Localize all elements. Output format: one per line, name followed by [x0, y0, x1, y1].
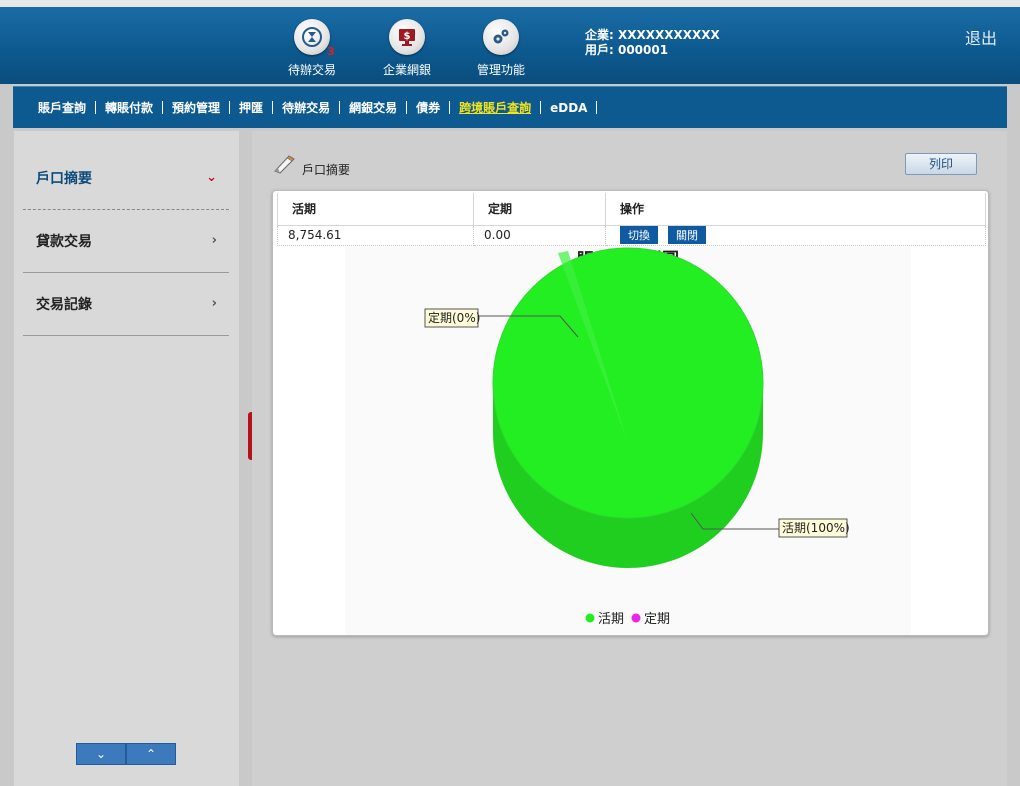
user-info: 企業: XXXXXXXXXXX 用戶: 000001	[585, 28, 720, 58]
header: 3 待辦交易 $ 企業網銀 管理功能 企業: XXXXXXXXXXX 用戶: 0…	[0, 7, 1020, 84]
table-header: 定期	[473, 193, 606, 226]
chevron-right-icon: ›	[211, 233, 217, 248]
nav-item[interactable]: 預約管理	[163, 99, 229, 116]
switch-button[interactable]: 切換	[620, 226, 658, 244]
sidebar-scroll-controls: ⌄ ⌃	[76, 743, 176, 765]
sidebar: 戶口摘要 ⌄ 貸款交易 › 交易記錄 › ⌄ ⌃	[14, 131, 239, 786]
page-title: 戶口摘要	[302, 163, 351, 177]
pending-count-badge: 3	[327, 45, 335, 58]
sidebar-item-label: 交易記錄	[36, 296, 92, 313]
current-balance: 8,754.61	[277, 224, 474, 246]
quick-button-label: 待辦交易	[287, 63, 336, 77]
slice-label: 活期(100%)	[782, 521, 850, 535]
top-strip	[0, 0, 1020, 7]
slice-label: 定期(0%)	[428, 310, 480, 325]
quick-button-label: 企業網銀	[382, 63, 431, 77]
monitor-dollar-icon: $	[389, 19, 425, 55]
nav-item[interactable]: 賬戶查詢	[29, 99, 95, 116]
user-id: 用戶: 000001	[585, 43, 669, 57]
legend-marker	[585, 613, 595, 623]
chevron-right-icon: ›	[211, 296, 217, 311]
nav-item[interactable]: 押匯	[230, 99, 272, 116]
close-button[interactable]: 關閉	[668, 226, 706, 244]
main-content: 戶口摘要 列印 活期 定期 操作 8,754.61 0.00 切換 關閉 定期(…	[252, 131, 1007, 786]
account-table: 活期 定期 操作 8,754.61 0.00 切換 關閉	[277, 193, 986, 246]
pencil-icon	[272, 153, 298, 178]
legend-label[interactable]: 定期	[644, 612, 670, 627]
table-header: 活期	[277, 193, 474, 226]
corporate-banking-button[interactable]: $ 企業網銀	[367, 19, 447, 78]
nav-separator	[596, 101, 598, 114]
legend-marker	[631, 613, 641, 623]
actions-cell: 切換 關閉	[605, 224, 986, 246]
svg-text:$: $	[404, 31, 411, 42]
table-row: 8,754.61 0.00 切換 關閉	[277, 224, 986, 246]
page-header: 戶口摘要	[272, 153, 350, 178]
sidebar-item-transaction-records[interactable]: 交易記錄 ›	[23, 272, 229, 336]
nav-item[interactable]: 跨境賬戶查詢	[450, 99, 540, 116]
print-button[interactable]: 列印	[905, 153, 977, 175]
fixed-balance: 0.00	[473, 224, 606, 246]
scroll-down-button[interactable]: ⌄	[76, 743, 126, 765]
sidebar-item-loans[interactable]: 貸款交易 ›	[23, 209, 229, 273]
sidebar-item-label: 貸款交易	[36, 233, 92, 250]
pending-transactions-button[interactable]: 3 待辦交易	[272, 19, 352, 78]
nav-item[interactable]: 網銀交易	[340, 99, 406, 116]
scroll-up-button[interactable]: ⌃	[126, 743, 176, 765]
nav-item[interactable]: 轉賬付款	[96, 99, 162, 116]
sidebar-item-label: 戶口摘要	[36, 170, 92, 187]
main-nav: 賬戶查詢 轉賬付款 預約管理 押匯 待辦交易 網銀交易 債券 跨境賬戶查詢 eDDA	[13, 86, 1007, 128]
gears-icon	[483, 19, 519, 55]
sidebar-item-account-summary[interactable]: 戶口摘要 ⌄	[23, 146, 229, 210]
management-button[interactable]: 管理功能	[461, 19, 541, 78]
pie-chart: 賬戶信息餅圖 定期(0%)活期(100%)活期定期	[345, 247, 911, 635]
table-header: 操作	[605, 193, 986, 226]
hourglass-icon	[294, 19, 330, 55]
pie-chart-svg: 賬戶信息餅圖 定期(0%)活期(100%)活期定期	[424, 247, 850, 627]
legend-label[interactable]: 活期	[598, 612, 624, 627]
pie-slice	[492, 247, 764, 519]
quick-button-label: 管理功能	[476, 63, 525, 77]
nav-item[interactable]: 債券	[407, 99, 449, 116]
nav-item[interactable]: eDDA	[541, 101, 596, 115]
account-card: 活期 定期 操作 8,754.61 0.00 切換關閉 賬戶信息餅圖 定期(0	[272, 190, 989, 636]
nav-item[interactable]: 待辦交易	[273, 99, 339, 116]
company-name: 企業: XXXXXXXXXXX	[585, 28, 720, 42]
chevron-down-icon: ⌄	[206, 170, 217, 185]
logout-link[interactable]: 退出	[965, 25, 997, 49]
